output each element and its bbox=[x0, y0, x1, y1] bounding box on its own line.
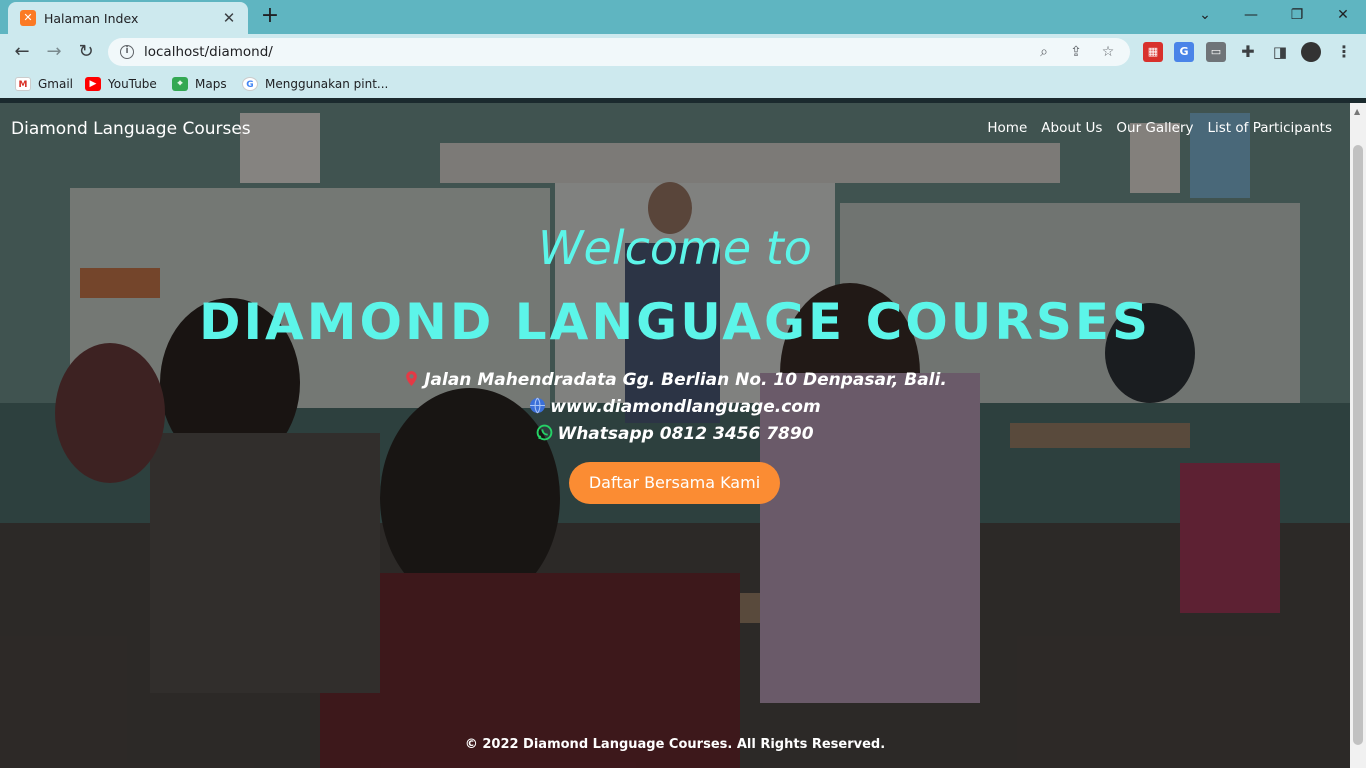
whatsapp-line: Whatsapp 0812 3456 7890 bbox=[0, 424, 1350, 444]
profile-avatar-icon[interactable] bbox=[1301, 42, 1321, 62]
bookmarks-bar: M Gmail ▶ YouTube ⌖ Maps G Menggunakan p… bbox=[0, 70, 1366, 98]
bookmark-maps[interactable]: ⌖ Maps bbox=[172, 75, 227, 93]
nav-about-us[interactable]: About Us bbox=[1041, 120, 1102, 136]
extension-red-icon[interactable]: ▦ bbox=[1143, 42, 1163, 62]
share-icon[interactable]: ⇪ bbox=[1066, 42, 1086, 62]
bookmark-label: YouTube bbox=[108, 77, 157, 91]
address-text: Jalan Mahendradata Gg. Berlian No. 10 De… bbox=[424, 370, 947, 390]
welcome-text: Welcome to bbox=[538, 221, 812, 275]
maps-icon: ⌖ bbox=[172, 77, 188, 91]
forward-icon[interactable]: → bbox=[42, 40, 66, 64]
url-text[interactable]: localhost/diamond/ bbox=[144, 44, 1034, 60]
back-icon[interactable]: ← bbox=[10, 40, 34, 64]
main-nav: Home About Us Our Gallery List of Partic… bbox=[987, 120, 1332, 136]
nav-list-of-participants[interactable]: List of Participants bbox=[1208, 120, 1333, 136]
new-tab-icon[interactable]: + bbox=[258, 5, 282, 29]
bookmark-label: Menggunakan pint... bbox=[265, 77, 389, 91]
reload-icon[interactable]: ↻ bbox=[74, 40, 98, 64]
website-text[interactable]: www.diamondlanguage.com bbox=[550, 397, 820, 417]
browser-toolbar: ← → ↻ i localhost/diamond/ ⌕ ⇪ ☆ ▦ G ▭ ✚… bbox=[0, 34, 1366, 70]
google-icon: G bbox=[242, 77, 258, 91]
restore-icon[interactable]: ❐ bbox=[1274, 4, 1320, 28]
page-viewport: Diamond Language Courses Home About Us O… bbox=[0, 103, 1350, 768]
page-scrollbar[interactable]: ▲ bbox=[1350, 103, 1366, 768]
bookmark-label: Maps bbox=[195, 77, 227, 91]
address-bar[interactable]: i localhost/diamond/ ⌕ ⇪ ☆ bbox=[108, 38, 1130, 66]
whatsapp-icon bbox=[537, 424, 553, 441]
translate-extension-icon[interactable]: G bbox=[1174, 42, 1194, 62]
extensions-puzzle-icon[interactable]: ✚ bbox=[1238, 42, 1258, 62]
extension-grey-icon[interactable]: ▭ bbox=[1206, 42, 1226, 62]
website-line: www.diamondlanguage.com bbox=[0, 397, 1350, 417]
scroll-up-icon[interactable]: ▲ bbox=[1354, 107, 1360, 116]
xampp-favicon-icon: ✕ bbox=[20, 10, 36, 26]
address-line: Jalan Mahendradata Gg. Berlian No. 10 De… bbox=[0, 370, 1350, 390]
page-title: DIAMOND LANGUAGE COURSES bbox=[198, 293, 1152, 351]
minimize-icon[interactable]: — bbox=[1228, 4, 1274, 28]
hero-section: Diamond Language Courses Home About Us O… bbox=[0, 103, 1350, 768]
zoom-icon[interactable]: ⌕ bbox=[1034, 42, 1054, 62]
site-brand[interactable]: Diamond Language Courses bbox=[11, 119, 251, 139]
register-button[interactable]: Daftar Bersama Kami bbox=[569, 462, 780, 504]
whatsapp-text[interactable]: Whatsapp 0812 3456 7890 bbox=[557, 424, 813, 444]
tab-search-icon[interactable]: ⌄ bbox=[1182, 4, 1228, 28]
youtube-icon: ▶ bbox=[85, 77, 101, 91]
site-info-icon[interactable]: i bbox=[120, 45, 134, 59]
footer-copyright: © 2022 Diamond Language Courses. All Rig… bbox=[464, 737, 886, 752]
scroll-thumb[interactable] bbox=[1353, 145, 1363, 745]
gmail-icon: M bbox=[15, 77, 31, 91]
bookmark-google[interactable]: G Menggunakan pint... bbox=[242, 75, 388, 93]
tab-title: Halaman Index bbox=[44, 10, 139, 26]
menu-kebab-icon[interactable]: ⋮ bbox=[1334, 42, 1354, 62]
nav-our-gallery[interactable]: Our Gallery bbox=[1116, 120, 1193, 136]
location-pin-icon bbox=[406, 371, 418, 386]
close-window-icon[interactable]: ✕ bbox=[1320, 4, 1366, 28]
tab-strip: ✕ Halaman Index ✕ + ⌄ — ❐ ✕ bbox=[0, 0, 1366, 34]
browser-tab[interactable]: ✕ Halaman Index ✕ bbox=[8, 2, 248, 34]
bookmark-gmail[interactable]: M Gmail bbox=[15, 75, 73, 93]
close-tab-icon[interactable]: ✕ bbox=[220, 9, 238, 27]
globe-icon bbox=[530, 397, 546, 414]
bookmark-star-icon[interactable]: ☆ bbox=[1098, 42, 1118, 62]
bookmark-label: Gmail bbox=[38, 77, 74, 91]
side-panel-icon[interactable]: ◨ bbox=[1270, 42, 1290, 62]
bookmark-youtube[interactable]: ▶ YouTube bbox=[85, 75, 157, 93]
nav-home[interactable]: Home bbox=[987, 120, 1027, 136]
